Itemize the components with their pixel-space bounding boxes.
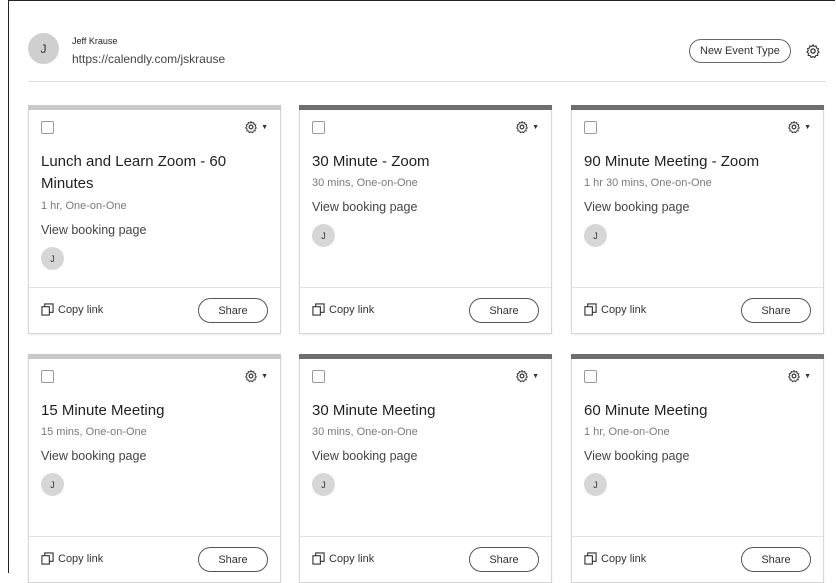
card-settings-menu[interactable]: ▼ xyxy=(515,368,539,384)
event-meta: 15 mins, One-on-One xyxy=(41,426,147,438)
copy-link-label: Copy link xyxy=(329,552,375,565)
share-button[interactable]: Share xyxy=(198,298,268,323)
copy-icon xyxy=(584,303,597,316)
card-color-bar xyxy=(299,105,552,110)
user-header: J Jeff Krause https://calendly.com/jskra… xyxy=(9,1,835,81)
copy-icon xyxy=(41,303,54,316)
card-divider xyxy=(29,536,280,537)
host-avatar: J xyxy=(584,473,607,496)
share-button[interactable]: Share xyxy=(469,547,539,572)
card-color-bar xyxy=(28,105,281,110)
event-type-card: ▼ 30 Minute - Zoom 30 mins, One-on-One View… xyxy=(299,105,552,334)
share-button[interactable]: Share xyxy=(198,547,268,572)
card-color-bar xyxy=(571,105,824,110)
card-select-checkbox[interactable] xyxy=(312,121,325,134)
card-color-bar xyxy=(299,354,552,359)
card-gear-icon xyxy=(788,120,800,134)
share-button[interactable]: Share xyxy=(469,298,539,323)
chevron-down-icon: ▼ xyxy=(532,123,539,131)
copy-link-button[interactable]: Copy link xyxy=(41,552,103,565)
copy-link-label: Copy link xyxy=(601,303,647,316)
card-gear-icon xyxy=(516,369,528,383)
event-types-page: J Jeff Krause https://calendly.com/jskra… xyxy=(8,0,835,583)
card-select-checkbox[interactable] xyxy=(41,370,54,383)
event-meta: 30 mins, One-on-One xyxy=(312,177,418,189)
share-button[interactable]: Share xyxy=(741,298,811,323)
event-meta: 1 hr, One-on-One xyxy=(584,426,670,438)
host-avatar: J xyxy=(41,473,64,496)
card-divider xyxy=(572,536,823,537)
copy-icon xyxy=(41,552,54,565)
card-select-checkbox[interactable] xyxy=(584,121,597,134)
card-gear-icon xyxy=(245,369,257,383)
host-avatar: J xyxy=(312,224,335,247)
view-booking-page-link[interactable]: View booking page xyxy=(312,200,417,214)
copy-icon xyxy=(312,303,325,316)
chevron-down-icon: ▼ xyxy=(261,123,268,131)
event-meta: 1 hr 30 mins, One-on-One xyxy=(584,177,712,189)
card-settings-menu[interactable]: ▼ xyxy=(515,119,539,135)
copy-link-label: Copy link xyxy=(58,552,104,565)
host-avatar: J xyxy=(41,247,64,270)
card-settings-menu[interactable]: ▼ xyxy=(244,368,268,384)
copy-link-button[interactable]: Copy link xyxy=(312,552,374,565)
event-title: 90 Minute Meeting - Zoom xyxy=(584,153,760,170)
card-color-bar xyxy=(28,354,281,359)
event-title: 15 Minute Meeting xyxy=(41,402,165,419)
chevron-down-icon: ▼ xyxy=(261,372,268,380)
chevron-down-icon: ▼ xyxy=(532,372,539,380)
event-meta: 30 mins, One-on-One xyxy=(312,426,418,438)
copy-link-button[interactable]: Copy link xyxy=(312,303,374,316)
event-type-card: ▼ 30 Minute Meeting 30 mins, One-on-One Vie… xyxy=(299,354,552,583)
settings-gear-icon[interactable] xyxy=(805,43,821,59)
user-name: Jeff Krause xyxy=(72,36,118,46)
user-booking-url[interactable]: https://calendly.com/jskrause xyxy=(72,52,225,66)
copy-icon xyxy=(312,552,325,565)
host-avatar: J xyxy=(584,224,607,247)
event-title: Lunch and Learn Zoom - 60 Minutes xyxy=(41,153,227,192)
event-title: 30 Minute Meeting xyxy=(312,402,436,419)
card-select-checkbox[interactable] xyxy=(312,370,325,383)
event-title: 30 Minute - Zoom xyxy=(312,153,430,170)
share-button[interactable]: Share xyxy=(741,547,811,572)
copy-link-button[interactable]: Copy link xyxy=(584,303,646,316)
host-avatar: J xyxy=(312,473,335,496)
copy-link-label: Copy link xyxy=(329,303,375,316)
copy-icon xyxy=(584,552,597,565)
card-gear-icon xyxy=(245,120,257,134)
card-settings-menu[interactable]: ▼ xyxy=(787,368,811,384)
card-settings-menu[interactable]: ▼ xyxy=(244,119,268,135)
event-type-card: ▼ 60 Minute Meeting 1 hr, One-on-One View b… xyxy=(571,354,824,583)
header-divider xyxy=(28,81,826,82)
card-color-bar xyxy=(571,354,824,359)
card-gear-icon xyxy=(788,369,800,383)
new-event-type-button[interactable]: New Event Type xyxy=(689,39,791,63)
event-title: 60 Minute Meeting xyxy=(584,402,708,419)
chevron-down-icon: ▼ xyxy=(804,372,811,380)
view-booking-page-link[interactable]: View booking page xyxy=(41,449,146,463)
card-select-checkbox[interactable] xyxy=(584,370,597,383)
card-gear-icon xyxy=(516,120,528,134)
card-divider xyxy=(300,287,551,288)
view-booking-page-link[interactable]: View booking page xyxy=(312,449,417,463)
event-type-card: ▼ Lunch and Learn Zoom - 60 Minutes 1 hr, … xyxy=(28,105,281,334)
view-booking-page-link[interactable]: View booking page xyxy=(584,200,689,214)
view-booking-page-link[interactable]: View booking page xyxy=(584,449,689,463)
chevron-down-icon: ▼ xyxy=(804,123,811,131)
card-select-checkbox[interactable] xyxy=(41,121,54,134)
card-divider xyxy=(572,287,823,288)
copy-link-button[interactable]: Copy link xyxy=(584,552,646,565)
card-divider xyxy=(300,536,551,537)
copy-link-label: Copy link xyxy=(58,303,104,316)
view-booking-page-link[interactable]: View booking page xyxy=(41,223,146,237)
card-divider xyxy=(29,287,280,288)
copy-link-button[interactable]: Copy link xyxy=(41,303,103,316)
user-avatar[interactable]: J xyxy=(28,33,59,64)
copy-link-label: Copy link xyxy=(601,552,647,565)
event-type-card: ▼ 15 Minute Meeting 15 mins, One-on-One Vie… xyxy=(28,354,281,583)
event-type-card: ▼ 90 Minute Meeting - Zoom 1 hr 30 mins, O… xyxy=(571,105,824,334)
event-meta: 1 hr, One-on-One xyxy=(41,200,127,212)
card-settings-menu[interactable]: ▼ xyxy=(787,119,811,135)
